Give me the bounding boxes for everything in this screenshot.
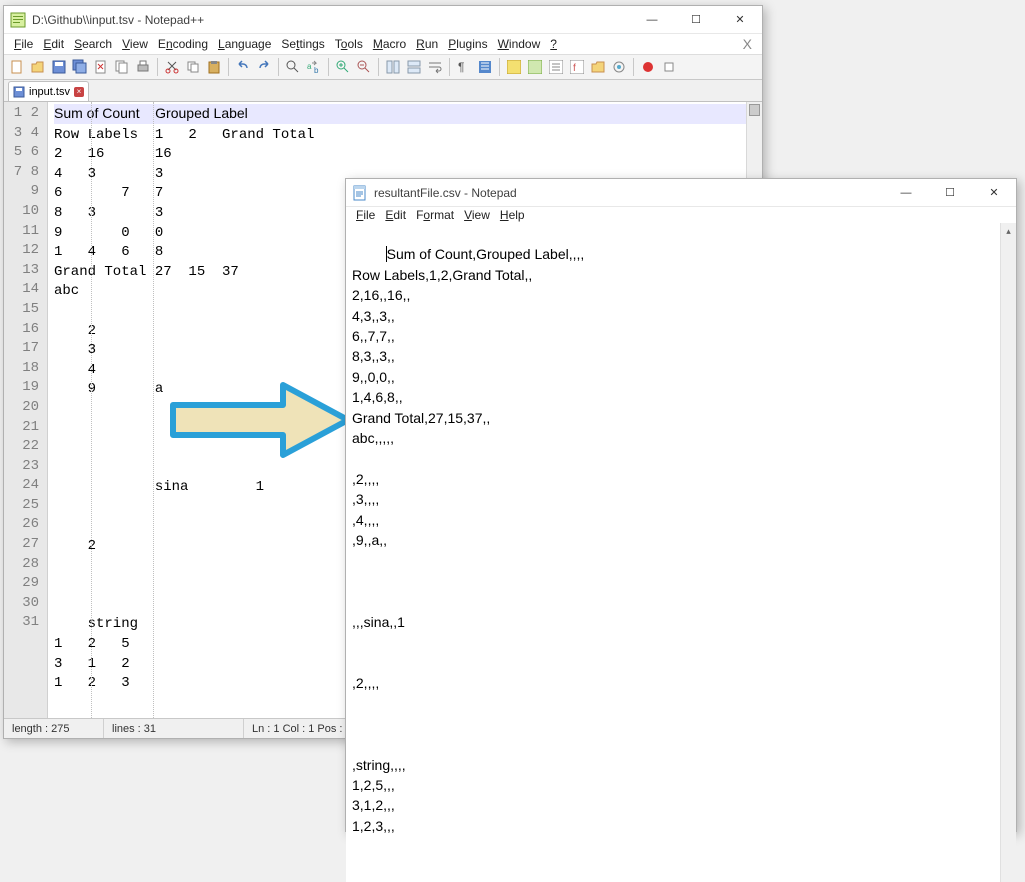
npp-tabstrip: input.tsv ×: [4, 80, 762, 102]
svg-text:b: b: [314, 66, 319, 75]
zoom-out-icon[interactable]: [355, 58, 373, 76]
scroll-up-icon[interactable]: ▴: [1001, 223, 1016, 239]
sync-h-icon[interactable]: [405, 58, 423, 76]
npp-menu-help[interactable]: ?: [546, 36, 561, 52]
npp-line-numbers: 1 2 3 4 5 6 7 8 9 10 11 12 13 14 15 16 1…: [4, 102, 48, 718]
wp-text-area[interactable]: Sum of Count,Grouped Label,,,, Row Label…: [346, 223, 1016, 882]
npp-app-icon: [10, 12, 26, 28]
notepad-app-icon: [352, 185, 368, 201]
cut-icon[interactable]: [163, 58, 181, 76]
npp-menu-edit[interactable]: Edit: [39, 36, 68, 52]
wp-menubar: File Edit Format View Help: [346, 207, 1016, 223]
npp-menu-settings[interactable]: Settings: [277, 36, 328, 52]
wp-titlebar[interactable]: resultantFile.csv - Notepad — ☐ ✕: [346, 179, 1016, 207]
npp-close-button[interactable]: ✕: [718, 6, 762, 34]
func-list-icon[interactable]: f: [568, 58, 586, 76]
new-file-icon[interactable]: [8, 58, 26, 76]
save-icon[interactable]: [50, 58, 68, 76]
wp-text-content: Sum of Count,Grouped Label,,,, Row Label…: [352, 246, 584, 833]
redo-icon[interactable]: [255, 58, 273, 76]
undo-icon[interactable]: [234, 58, 252, 76]
sync-v-icon[interactable]: [384, 58, 402, 76]
scroll-down-icon[interactable]: ▾: [1001, 880, 1016, 882]
paste-icon[interactable]: [205, 58, 223, 76]
wp-menu-file[interactable]: File: [352, 207, 379, 223]
record-icon[interactable]: [639, 58, 657, 76]
indent-guide: [91, 102, 92, 718]
npp-menu-macro[interactable]: Macro: [369, 36, 410, 52]
npp-menu-encoding[interactable]: Encoding: [154, 36, 212, 52]
npp-toolbar: ab ¶ f: [4, 54, 762, 80]
doc-list-icon[interactable]: [547, 58, 565, 76]
print-icon[interactable]: [134, 58, 152, 76]
npp-toolbar-x[interactable]: X: [739, 35, 756, 53]
npp-file-tab-label: input.tsv: [29, 86, 70, 98]
monitor-icon[interactable]: [610, 58, 628, 76]
indent-guide: [153, 102, 154, 718]
npp-titlebar[interactable]: D:\Github\\input.tsv - Notepad++ — ☐ ✕: [4, 6, 762, 34]
npp-menu-plugins[interactable]: Plugins: [444, 36, 491, 52]
wp-menu-view[interactable]: View: [460, 207, 494, 223]
wp-minimize-button[interactable]: —: [884, 179, 928, 207]
npp-menu-file[interactable]: File: [10, 36, 37, 52]
npp-menu-window[interactable]: Window: [494, 36, 545, 52]
notepad-window: resultantFile.csv - Notepad — ☐ ✕ File E…: [345, 178, 1017, 832]
folder-icon[interactable]: [589, 58, 607, 76]
npp-minimize-button[interactable]: —: [630, 6, 674, 34]
replace-icon[interactable]: ab: [305, 58, 323, 76]
file-tab-icon: [13, 86, 25, 98]
stop-icon[interactable]: [660, 58, 678, 76]
indent-guide-icon[interactable]: [476, 58, 494, 76]
wp-vscrollbar[interactable]: ▴ ▾: [1000, 223, 1016, 882]
find-icon[interactable]: [284, 58, 302, 76]
npp-menu-view[interactable]: View: [118, 36, 152, 52]
wp-menu-edit[interactable]: Edit: [381, 207, 410, 223]
npp-menu-search[interactable]: Search: [70, 36, 116, 52]
npp-menubar: File Edit Search View Encoding Language …: [4, 34, 762, 54]
npp-menu-tools[interactable]: Tools: [331, 36, 367, 52]
svg-text:¶: ¶: [458, 60, 464, 74]
close-all-icon[interactable]: [113, 58, 131, 76]
npp-menu-language[interactable]: Language: [214, 36, 275, 52]
svg-text:f: f: [573, 63, 576, 74]
udf-icon[interactable]: [505, 58, 523, 76]
svg-text:a: a: [307, 62, 312, 71]
status-lines: lines : 31: [104, 719, 244, 738]
wp-menu-help[interactable]: Help: [496, 207, 529, 223]
wp-title-text: resultantFile.csv - Notepad: [374, 186, 517, 200]
wp-close-button[interactable]: ✕: [972, 179, 1016, 207]
show-all-chars-icon[interactable]: ¶: [455, 58, 473, 76]
npp-title-text: D:\Github\\input.tsv - Notepad++: [32, 13, 204, 27]
zoom-in-icon[interactable]: [334, 58, 352, 76]
npp-maximize-button[interactable]: ☐: [674, 6, 718, 34]
status-length: length : 275: [4, 719, 104, 738]
doc-map-icon[interactable]: [526, 58, 544, 76]
wp-menu-format[interactable]: Format: [412, 207, 458, 223]
copy-icon[interactable]: [184, 58, 202, 76]
npp-file-tab[interactable]: input.tsv ×: [8, 81, 89, 101]
close-file-icon[interactable]: [92, 58, 110, 76]
open-file-icon[interactable]: [29, 58, 47, 76]
wrap-icon[interactable]: [426, 58, 444, 76]
wp-maximize-button[interactable]: ☐: [928, 179, 972, 207]
npp-menu-run[interactable]: Run: [412, 36, 442, 52]
save-all-icon[interactable]: [71, 58, 89, 76]
npp-tab-close-icon[interactable]: ×: [74, 87, 84, 97]
